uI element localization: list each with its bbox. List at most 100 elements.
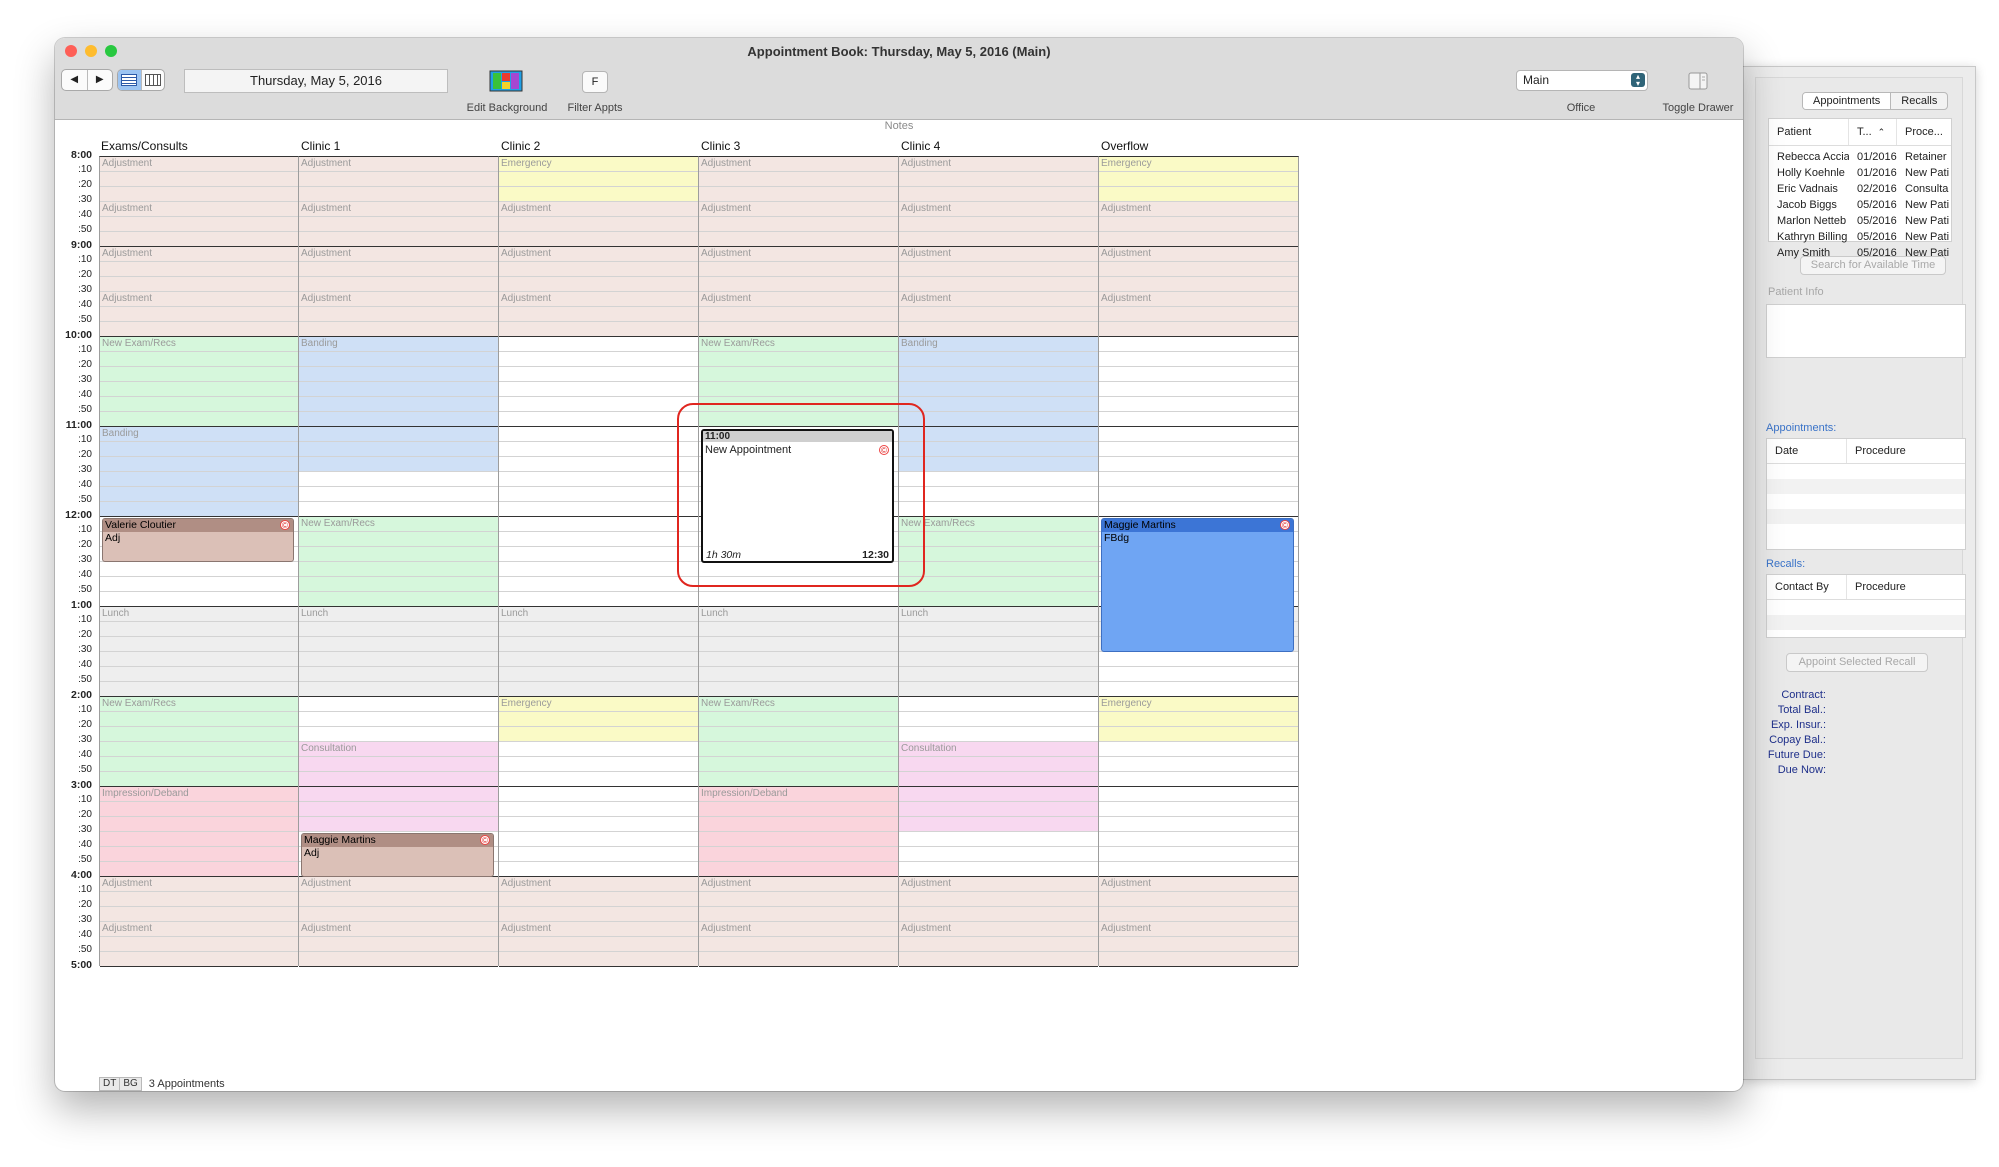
time-slot[interactable] bbox=[899, 247, 1098, 262]
time-slot[interactable] bbox=[499, 802, 698, 817]
time-slot[interactable] bbox=[899, 202, 1098, 217]
time-slot[interactable] bbox=[499, 712, 698, 727]
schedule-grid[interactable]: Exams/Consults Clinic 1 Clinic 2 Clinic 3 Cl… bbox=[55, 132, 1743, 992]
column-header-3[interactable]: Clinic 2 bbox=[501, 139, 540, 153]
time-slot[interactable] bbox=[1099, 322, 1298, 337]
day-view-button[interactable] bbox=[118, 70, 141, 90]
time-slot[interactable] bbox=[699, 742, 898, 757]
time-slot[interactable] bbox=[100, 427, 298, 442]
time-slot[interactable] bbox=[299, 742, 498, 757]
time-slot[interactable] bbox=[100, 622, 298, 637]
time-slot[interactable] bbox=[699, 607, 898, 622]
time-slot[interactable] bbox=[299, 907, 498, 922]
patient-list-row[interactable]: Rebecca Accia 01/2016 Retainer bbox=[1769, 149, 1951, 165]
time-slot[interactable] bbox=[699, 637, 898, 652]
time-slot[interactable] bbox=[299, 607, 498, 622]
time-slot[interactable] bbox=[499, 592, 698, 607]
column-header-6[interactable]: Overflow bbox=[1101, 139, 1148, 153]
time-slot[interactable] bbox=[499, 727, 698, 742]
time-slot[interactable] bbox=[299, 712, 498, 727]
time-slot[interactable] bbox=[499, 862, 698, 877]
time-slot[interactable] bbox=[299, 157, 498, 172]
time-slot[interactable] bbox=[1099, 217, 1298, 232]
time-slot[interactable] bbox=[100, 382, 298, 397]
time-slot[interactable] bbox=[100, 667, 298, 682]
time-slot[interactable] bbox=[299, 367, 498, 382]
time-slot[interactable] bbox=[299, 172, 498, 187]
time-slot[interactable] bbox=[299, 487, 498, 502]
col-header-recall-procedure[interactable]: Procedure bbox=[1847, 575, 1965, 599]
time-slot[interactable] bbox=[699, 397, 898, 412]
time-slot[interactable] bbox=[299, 502, 498, 517]
time-slot[interactable] bbox=[699, 712, 898, 727]
time-slot[interactable] bbox=[499, 382, 698, 397]
appointment-card[interactable]: Maggie Martins © Adj bbox=[301, 833, 494, 877]
time-slot[interactable] bbox=[499, 532, 698, 547]
time-slot[interactable] bbox=[899, 667, 1098, 682]
time-slot[interactable] bbox=[499, 457, 698, 472]
time-slot[interactable] bbox=[899, 352, 1098, 367]
time-slot[interactable] bbox=[100, 172, 298, 187]
time-slot[interactable] bbox=[100, 157, 298, 172]
time-slot[interactable] bbox=[299, 592, 498, 607]
time-slot[interactable] bbox=[100, 292, 298, 307]
time-slot[interactable] bbox=[899, 502, 1098, 517]
time-slot[interactable] bbox=[1099, 727, 1298, 742]
schedule-column-6[interactable]: EmergencyAdjustmentAdjustmentAdjustmentL… bbox=[1099, 156, 1299, 967]
time-slot[interactable] bbox=[299, 892, 498, 907]
time-slot[interactable] bbox=[299, 307, 498, 322]
time-slot[interactable] bbox=[699, 697, 898, 712]
time-slot[interactable] bbox=[499, 877, 698, 892]
time-slot[interactable] bbox=[100, 232, 298, 247]
time-slot[interactable] bbox=[899, 742, 1098, 757]
time-slot[interactable] bbox=[499, 187, 698, 202]
time-slot[interactable] bbox=[1099, 442, 1298, 457]
time-slot[interactable] bbox=[499, 847, 698, 862]
time-slot[interactable] bbox=[899, 652, 1098, 667]
time-slot[interactable] bbox=[1099, 712, 1298, 727]
time-slot[interactable] bbox=[499, 952, 698, 967]
schedule-column-1[interactable]: Adjustment Adjustment Adjustment Adjustment… bbox=[99, 156, 299, 967]
time-slot[interactable] bbox=[100, 727, 298, 742]
time-slot[interactable] bbox=[699, 727, 898, 742]
time-slot[interactable] bbox=[499, 772, 698, 787]
time-slot[interactable] bbox=[899, 277, 1098, 292]
time-slot[interactable] bbox=[499, 367, 698, 382]
time-slot[interactable] bbox=[699, 952, 898, 967]
appointment-card[interactable]: Valerie Cloutier © Adj bbox=[102, 518, 294, 562]
time-slot[interactable] bbox=[100, 817, 298, 832]
time-slot[interactable] bbox=[299, 277, 498, 292]
time-slot[interactable] bbox=[699, 592, 898, 607]
column-header-2[interactable]: Clinic 1 bbox=[301, 139, 340, 153]
time-slot[interactable] bbox=[100, 682, 298, 697]
time-slot[interactable] bbox=[499, 322, 698, 337]
time-slot[interactable] bbox=[299, 217, 498, 232]
patient-list[interactable]: Patient T... ⌃ Proce... Rebecca Accia 01/2… bbox=[1768, 118, 1952, 259]
time-slot[interactable] bbox=[499, 487, 698, 502]
time-slot[interactable] bbox=[299, 877, 498, 892]
column-header-4[interactable]: Clinic 3 bbox=[701, 139, 740, 153]
time-slot[interactable] bbox=[499, 307, 698, 322]
time-slot[interactable] bbox=[100, 442, 298, 457]
search-available-time-button[interactable]: Search for Available Time bbox=[1800, 256, 1946, 275]
time-slot[interactable] bbox=[899, 307, 1098, 322]
time-slot[interactable] bbox=[1099, 232, 1298, 247]
time-slot[interactable] bbox=[499, 562, 698, 577]
time-slot[interactable] bbox=[699, 652, 898, 667]
time-slot[interactable] bbox=[1099, 307, 1298, 322]
time-slot[interactable] bbox=[1099, 697, 1298, 712]
time-slot[interactable] bbox=[499, 667, 698, 682]
time-slot[interactable] bbox=[1099, 397, 1298, 412]
time-slot[interactable] bbox=[1099, 172, 1298, 187]
multi-column-view-button[interactable] bbox=[140, 70, 165, 90]
time-slot[interactable] bbox=[699, 262, 898, 277]
appoint-selected-recall-button[interactable]: Appoint Selected Recall bbox=[1786, 653, 1928, 672]
time-slot[interactable] bbox=[499, 832, 698, 847]
time-slot[interactable] bbox=[299, 337, 498, 352]
time-slot[interactable] bbox=[1099, 757, 1298, 772]
time-slot[interactable] bbox=[100, 892, 298, 907]
time-slot[interactable] bbox=[299, 187, 498, 202]
time-slot[interactable] bbox=[899, 637, 1098, 652]
time-slot[interactable] bbox=[100, 457, 298, 472]
col-header-patient[interactable]: Patient bbox=[1769, 119, 1849, 145]
